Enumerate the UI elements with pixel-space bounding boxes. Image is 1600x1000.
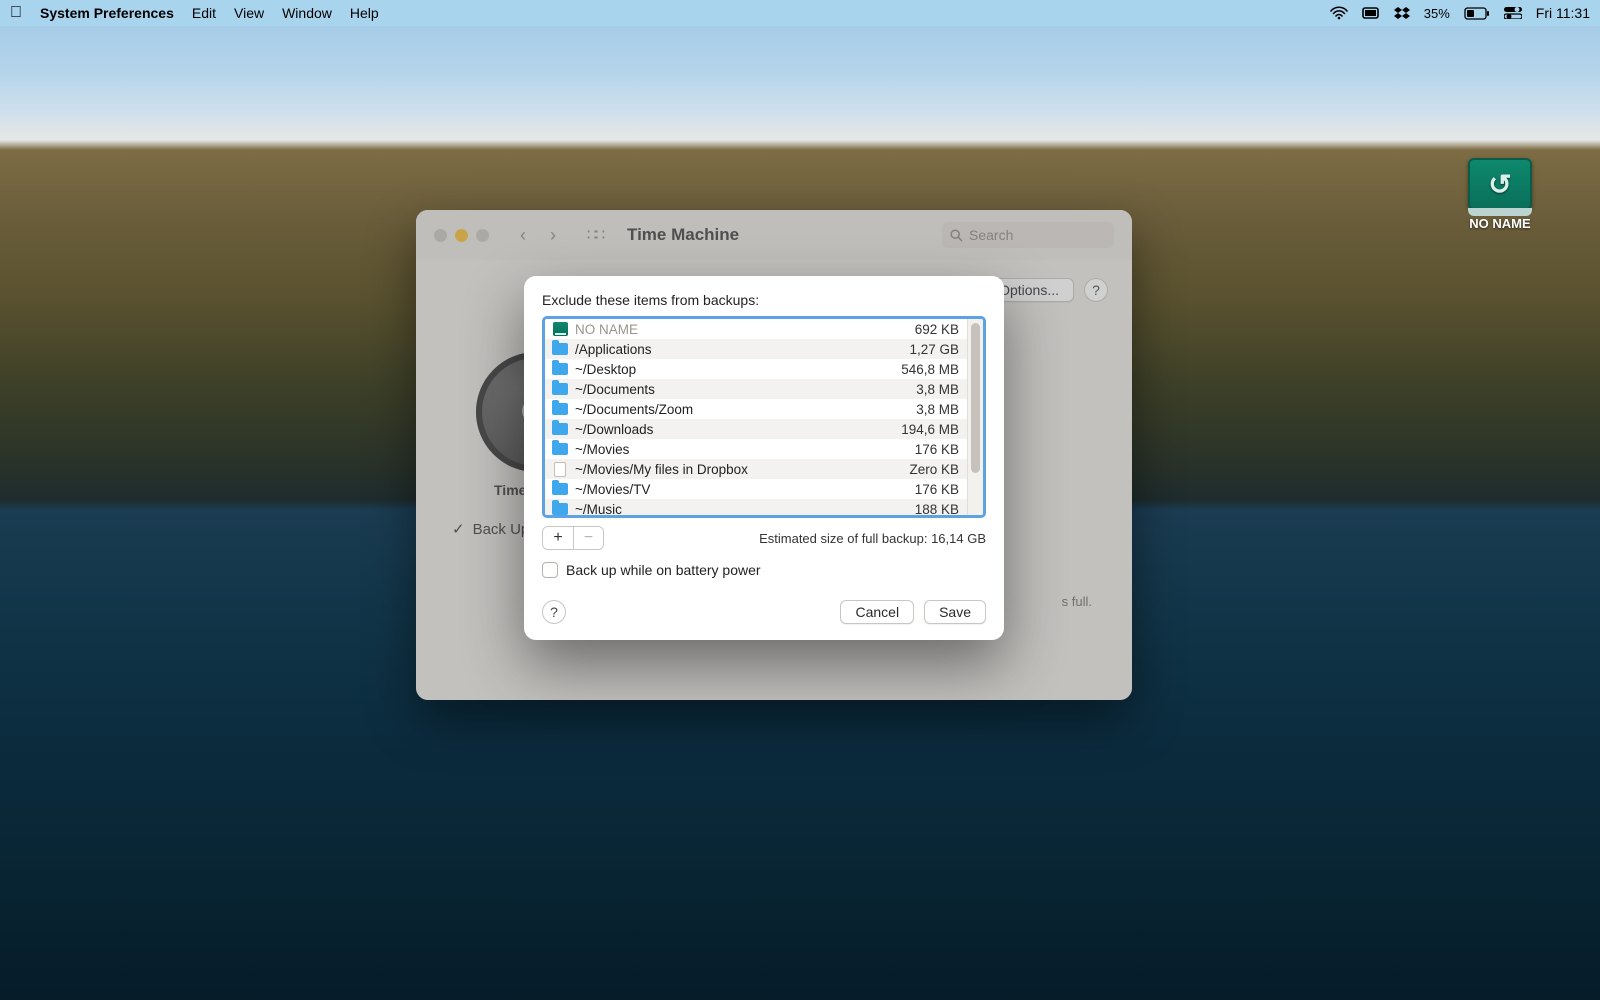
- scrollbar-thumb[interactable]: [971, 323, 980, 473]
- exclusion-row[interactable]: ~/Documents3,8 MB: [545, 379, 967, 399]
- sheet-title: Exclude these items from backups:: [542, 292, 986, 308]
- sheet-help-button[interactable]: ?: [542, 600, 566, 624]
- exclusion-path: ~/Movies/My files in Dropbox: [575, 462, 901, 477]
- backup-automatically-label: Back Up: [473, 521, 530, 538]
- menu-help[interactable]: Help: [350, 5, 379, 21]
- exclusion-path: /Applications: [575, 342, 901, 357]
- exclusion-path: ~/Music: [575, 502, 907, 516]
- exclusion-path: ~/Movies: [575, 442, 907, 457]
- exclusion-row[interactable]: ~/Movies/My files in DropboxZero KB: [545, 459, 967, 479]
- desktop:  System Preferences Edit View Window He…: [0, 0, 1600, 1000]
- exclusion-row[interactable]: ~/Downloads194,6 MB: [545, 419, 967, 439]
- exclusion-size: 546,8 MB: [893, 362, 959, 377]
- exclusion-size: 3,8 MB: [908, 382, 959, 397]
- disk-icon: [551, 321, 569, 337]
- folder-icon: [551, 501, 569, 515]
- apple-menu-icon[interactable]: : [10, 4, 22, 22]
- exclusion-size: 176 KB: [907, 482, 959, 497]
- show-all-prefs-button[interactable]: ∷∷: [581, 225, 609, 245]
- exclusion-row[interactable]: ~/Movies/TV176 KB: [545, 479, 967, 499]
- status-icon-1[interactable]: [1362, 6, 1380, 20]
- remove-exclusion-button[interactable]: −: [573, 527, 603, 549]
- control-center-icon[interactable]: [1504, 7, 1522, 19]
- folder-icon: [551, 401, 569, 417]
- menubar:  System Preferences Edit View Window He…: [0, 0, 1600, 26]
- exclude-sheet: Exclude these items from backups: NO NAM…: [524, 276, 1004, 640]
- exclusion-size: 176 KB: [907, 442, 959, 457]
- battery-backup-checkbox[interactable]: [542, 562, 558, 578]
- menu-edit[interactable]: Edit: [192, 5, 216, 21]
- menubar-clock[interactable]: Fri 11:31: [1536, 5, 1590, 21]
- save-button[interactable]: Save: [924, 600, 986, 624]
- exclude-list-box: NO NAME692 KB/Applications1,27 GB~/Deskt…: [542, 316, 986, 518]
- add-exclusion-button[interactable]: +: [543, 527, 573, 549]
- exclusion-path: ~/Downloads: [575, 422, 893, 437]
- exclusion-row[interactable]: ~/Documents/Zoom3,8 MB: [545, 399, 967, 419]
- exclusion-size: 692 KB: [907, 322, 959, 337]
- disk-full-hint: s full.: [1062, 594, 1092, 609]
- nav-back-button[interactable]: ‹: [509, 223, 537, 247]
- window-title: Time Machine: [627, 225, 739, 245]
- exclude-list[interactable]: NO NAME692 KB/Applications1,27 GB~/Deskt…: [545, 319, 967, 515]
- search-placeholder: Search: [969, 227, 1013, 243]
- exclusion-path: ~/Movies/TV: [575, 482, 907, 497]
- file-icon: [551, 461, 569, 477]
- window-close-button[interactable]: [434, 229, 447, 242]
- exclusion-path: NO NAME: [575, 322, 907, 337]
- exclusion-path: ~/Desktop: [575, 362, 893, 377]
- search-icon: [950, 229, 963, 242]
- desktop-drive-label: NO NAME: [1460, 216, 1540, 231]
- battery-icon[interactable]: [1464, 7, 1490, 20]
- window-titlebar[interactable]: ‹ › ∷∷ Time Machine Search: [416, 210, 1132, 260]
- exclude-scrollbar[interactable]: [967, 319, 983, 515]
- prefs-search[interactable]: Search: [942, 222, 1114, 248]
- exclusion-row[interactable]: /Applications1,27 GB: [545, 339, 967, 359]
- dropbox-icon[interactable]: [1394, 5, 1410, 21]
- nav-forward-button[interactable]: ›: [539, 223, 567, 247]
- window-zoom-button[interactable]: [476, 229, 489, 242]
- exclusion-row[interactable]: ~/Music188 KB: [545, 499, 967, 515]
- battery-percent: 35%: [1424, 6, 1450, 21]
- exclusion-size: 194,6 MB: [893, 422, 959, 437]
- exclusion-size: 1,27 GB: [901, 342, 959, 357]
- exclusion-size: Zero KB: [901, 462, 959, 477]
- exclusion-path: ~/Documents: [575, 382, 908, 397]
- time-machine-disk-icon: ↺: [1468, 158, 1532, 210]
- folder-icon: [551, 421, 569, 437]
- backup-size-estimate: Estimated size of full backup: 16,14 GB: [759, 531, 986, 546]
- cancel-button[interactable]: Cancel: [840, 600, 914, 624]
- check-icon: ✓: [452, 520, 465, 538]
- folder-icon: [551, 441, 569, 457]
- exclusion-row[interactable]: ~/Movies176 KB: [545, 439, 967, 459]
- window-minimize-button[interactable]: [455, 229, 468, 242]
- exclusion-path: ~/Documents/Zoom: [575, 402, 908, 417]
- window-traffic-lights[interactable]: [434, 229, 489, 242]
- exclusion-row[interactable]: NO NAME692 KB: [545, 319, 967, 339]
- folder-icon: [551, 361, 569, 377]
- exclusion-size: 3,8 MB: [908, 402, 959, 417]
- battery-backup-label: Back up while on battery power: [566, 562, 761, 578]
- folder-icon: [551, 381, 569, 397]
- exclusion-row[interactable]: ~/Desktop546,8 MB: [545, 359, 967, 379]
- folder-icon: [551, 481, 569, 497]
- exclusion-size: 188 KB: [907, 502, 959, 516]
- app-menu[interactable]: System Preferences: [40, 5, 174, 21]
- help-button[interactable]: ?: [1084, 278, 1108, 302]
- menu-window[interactable]: Window: [282, 5, 332, 21]
- desktop-drive-noname[interactable]: ↺ NO NAME: [1460, 158, 1540, 231]
- menu-view[interactable]: View: [234, 5, 264, 21]
- wifi-icon[interactable]: [1330, 6, 1348, 20]
- folder-icon: [551, 341, 569, 357]
